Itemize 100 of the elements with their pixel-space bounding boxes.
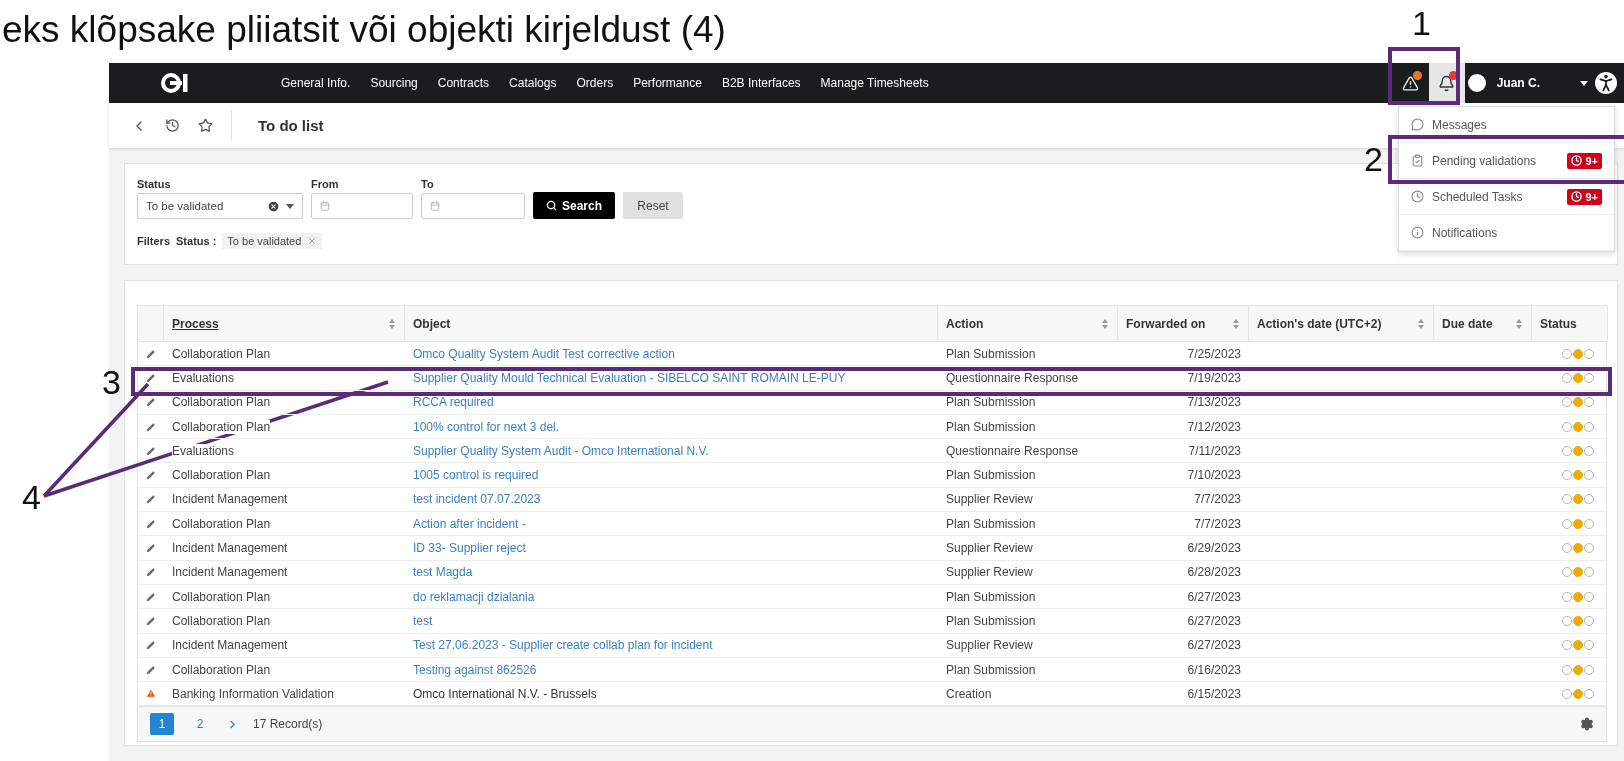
pencil-icon[interactable] [146, 469, 156, 482]
object-link[interactable]: Action after incident - [413, 516, 526, 531]
calendar-icon [430, 201, 440, 211]
table-cell: Plan Submission [938, 390, 1118, 415]
filter-chip[interactable]: To be validated [222, 233, 323, 249]
table-cell: Collaboration Plan [164, 414, 405, 440]
accessibility-icon[interactable] [1595, 72, 1617, 94]
sort-icon[interactable] [1232, 317, 1240, 330]
object-link[interactable]: test incident 07.07.2023 [413, 492, 541, 507]
sort-icon[interactable] [388, 317, 396, 330]
column-header[interactable]: Action's date (UTC+2) [1249, 306, 1434, 342]
pencil-icon[interactable] [146, 542, 156, 554]
object-link[interactable]: ID 33- Supplier reject [413, 541, 526, 555]
clear-icon[interactable] [267, 199, 280, 213]
page-button[interactable]: 1 [150, 713, 174, 736]
info-icon [1411, 226, 1424, 239]
count-badge: 9+ [1567, 152, 1602, 169]
sort-icon[interactable] [1101, 317, 1109, 330]
table-cell: Questionnaire Response [938, 366, 1118, 391]
pencil-icon[interactable] [146, 639, 156, 652]
table-cell: Collaboration Plan [164, 609, 405, 634]
menu-item[interactable]: Pending validations 9+ [1399, 143, 1614, 179]
table-cell: Plan Submission [938, 584, 1118, 610]
nav-item[interactable]: Orders [576, 76, 614, 90]
clock-icon [1571, 191, 1583, 202]
table-cell: Plan Submission [938, 657, 1118, 683]
clock-icon [1571, 155, 1583, 166]
page-button[interactable]: 2 [188, 713, 212, 736]
table-cell: 6/15/2023 [1118, 682, 1249, 707]
object-link[interactable]: RCCA required [413, 395, 494, 410]
table-cell: Plan Submission [938, 342, 1118, 367]
calendar-icon [320, 201, 330, 211]
nav-item[interactable]: Sourcing [370, 76, 418, 90]
nav-item[interactable]: Manage Timesheets [820, 76, 929, 90]
table-cell: Evaluations [164, 439, 405, 464]
table-cell: Plan Submission [938, 609, 1118, 634]
step-number: 3 [102, 365, 121, 399]
logo-icon[interactable] [161, 72, 191, 94]
nav-item[interactable]: B2B Interfaces [721, 76, 801, 90]
warning-icon [146, 687, 156, 701]
column-header[interactable]: Object [405, 306, 938, 342]
object-link[interactable]: Testing against 862526 [413, 662, 537, 677]
object-link[interactable]: do reklamacji dzialania [413, 589, 535, 604]
table-cell: Collaboration Plan [164, 463, 405, 488]
star-icon[interactable] [198, 118, 213, 133]
pencil-icon[interactable] [146, 396, 156, 409]
table-cell: 7/19/2023 [1118, 366, 1249, 391]
nav-item[interactable]: Performance [633, 76, 702, 90]
caret-icon[interactable] [1580, 80, 1588, 86]
nav-item[interactable]: Contracts [437, 76, 490, 90]
date-field[interactable] [311, 193, 413, 219]
table-cell: Collaboration Plan [164, 657, 405, 683]
history-icon[interactable] [165, 118, 180, 133]
table-cell: 7/12/2023 [1118, 414, 1249, 440]
step-number: 1 [1412, 6, 1431, 40]
table-cell: Plan Submission [938, 512, 1118, 537]
column-header[interactable]: Forwarded on [1118, 306, 1249, 342]
instruction-caption: eks klõpsake pliiatsit või objekti kirjeldust (4) [1, 8, 726, 52]
column-header[interactable]: Status [1532, 306, 1608, 342]
menu-item[interactable]: Notifications [1399, 215, 1614, 251]
pencil-icon[interactable] [146, 566, 156, 579]
nav-item[interactable]: Catalogs [509, 76, 557, 90]
pencil-icon[interactable] [146, 493, 156, 506]
object-link[interactable]: test [413, 613, 433, 628]
object-link[interactable]: Omco Quality System Audit Test corrective action [413, 346, 675, 361]
table-cell: Incident Management [164, 560, 405, 585]
status-select[interactable]: To be validated [137, 193, 303, 219]
menu-item[interactable]: Scheduled Tasks 9+ [1399, 179, 1614, 215]
table-cell: Plan Submission [938, 414, 1118, 440]
object-link[interactable]: 100% control for next 3 del. [413, 419, 560, 434]
column-header[interactable]: Due date [1434, 306, 1532, 342]
nav-item[interactable]: General Info. [281, 76, 351, 90]
step-number: 4 [22, 480, 41, 514]
object-link[interactable]: Test 27.06.2023 - Supplier create collab plan for incident [413, 638, 713, 653]
field-label: From [311, 178, 340, 190]
warning-icon[interactable] [1402, 74, 1420, 92]
reset-button[interactable]: Reset [623, 192, 683, 219]
column-header[interactable]: Process [164, 306, 405, 342]
menu-item[interactable]: Messages [1399, 107, 1614, 143]
clock-icon [1411, 190, 1424, 203]
caret-icon[interactable] [286, 203, 294, 209]
sort-icon[interactable] [1515, 317, 1523, 330]
sort-icon[interactable] [1417, 317, 1425, 330]
table-cell: Supplier Review [938, 560, 1118, 585]
table-cell: 7/25/2023 [1118, 342, 1249, 367]
table-cell: Incident Management [164, 487, 405, 513]
object-link[interactable]: Supplier Quality Mould Technical Evaluation - SIBELCO SAINT ROMAIN LE-PUY [413, 370, 846, 385]
date-field[interactable] [421, 193, 525, 219]
table-cell: Supplier Review [938, 633, 1118, 658]
object-link[interactable]: Supplier Quality System Audit - Omco International N.V. [413, 443, 709, 458]
search-button[interactable]: Search [533, 192, 615, 219]
clipboard-icon [1411, 154, 1424, 167]
object-link[interactable]: test Magda [413, 565, 473, 580]
settings-icon[interactable] [1580, 717, 1594, 732]
column-header[interactable]: Action [938, 306, 1118, 342]
table-cell: 7/13/2023 [1118, 390, 1249, 415]
object-name: Omco International N.V. - Brussels [413, 686, 597, 701]
table-cell: 6/28/2023 [1118, 560, 1249, 585]
user-name[interactable]: Juan C. [1496, 76, 1540, 90]
object-link[interactable]: 1005 control is required [413, 468, 539, 483]
